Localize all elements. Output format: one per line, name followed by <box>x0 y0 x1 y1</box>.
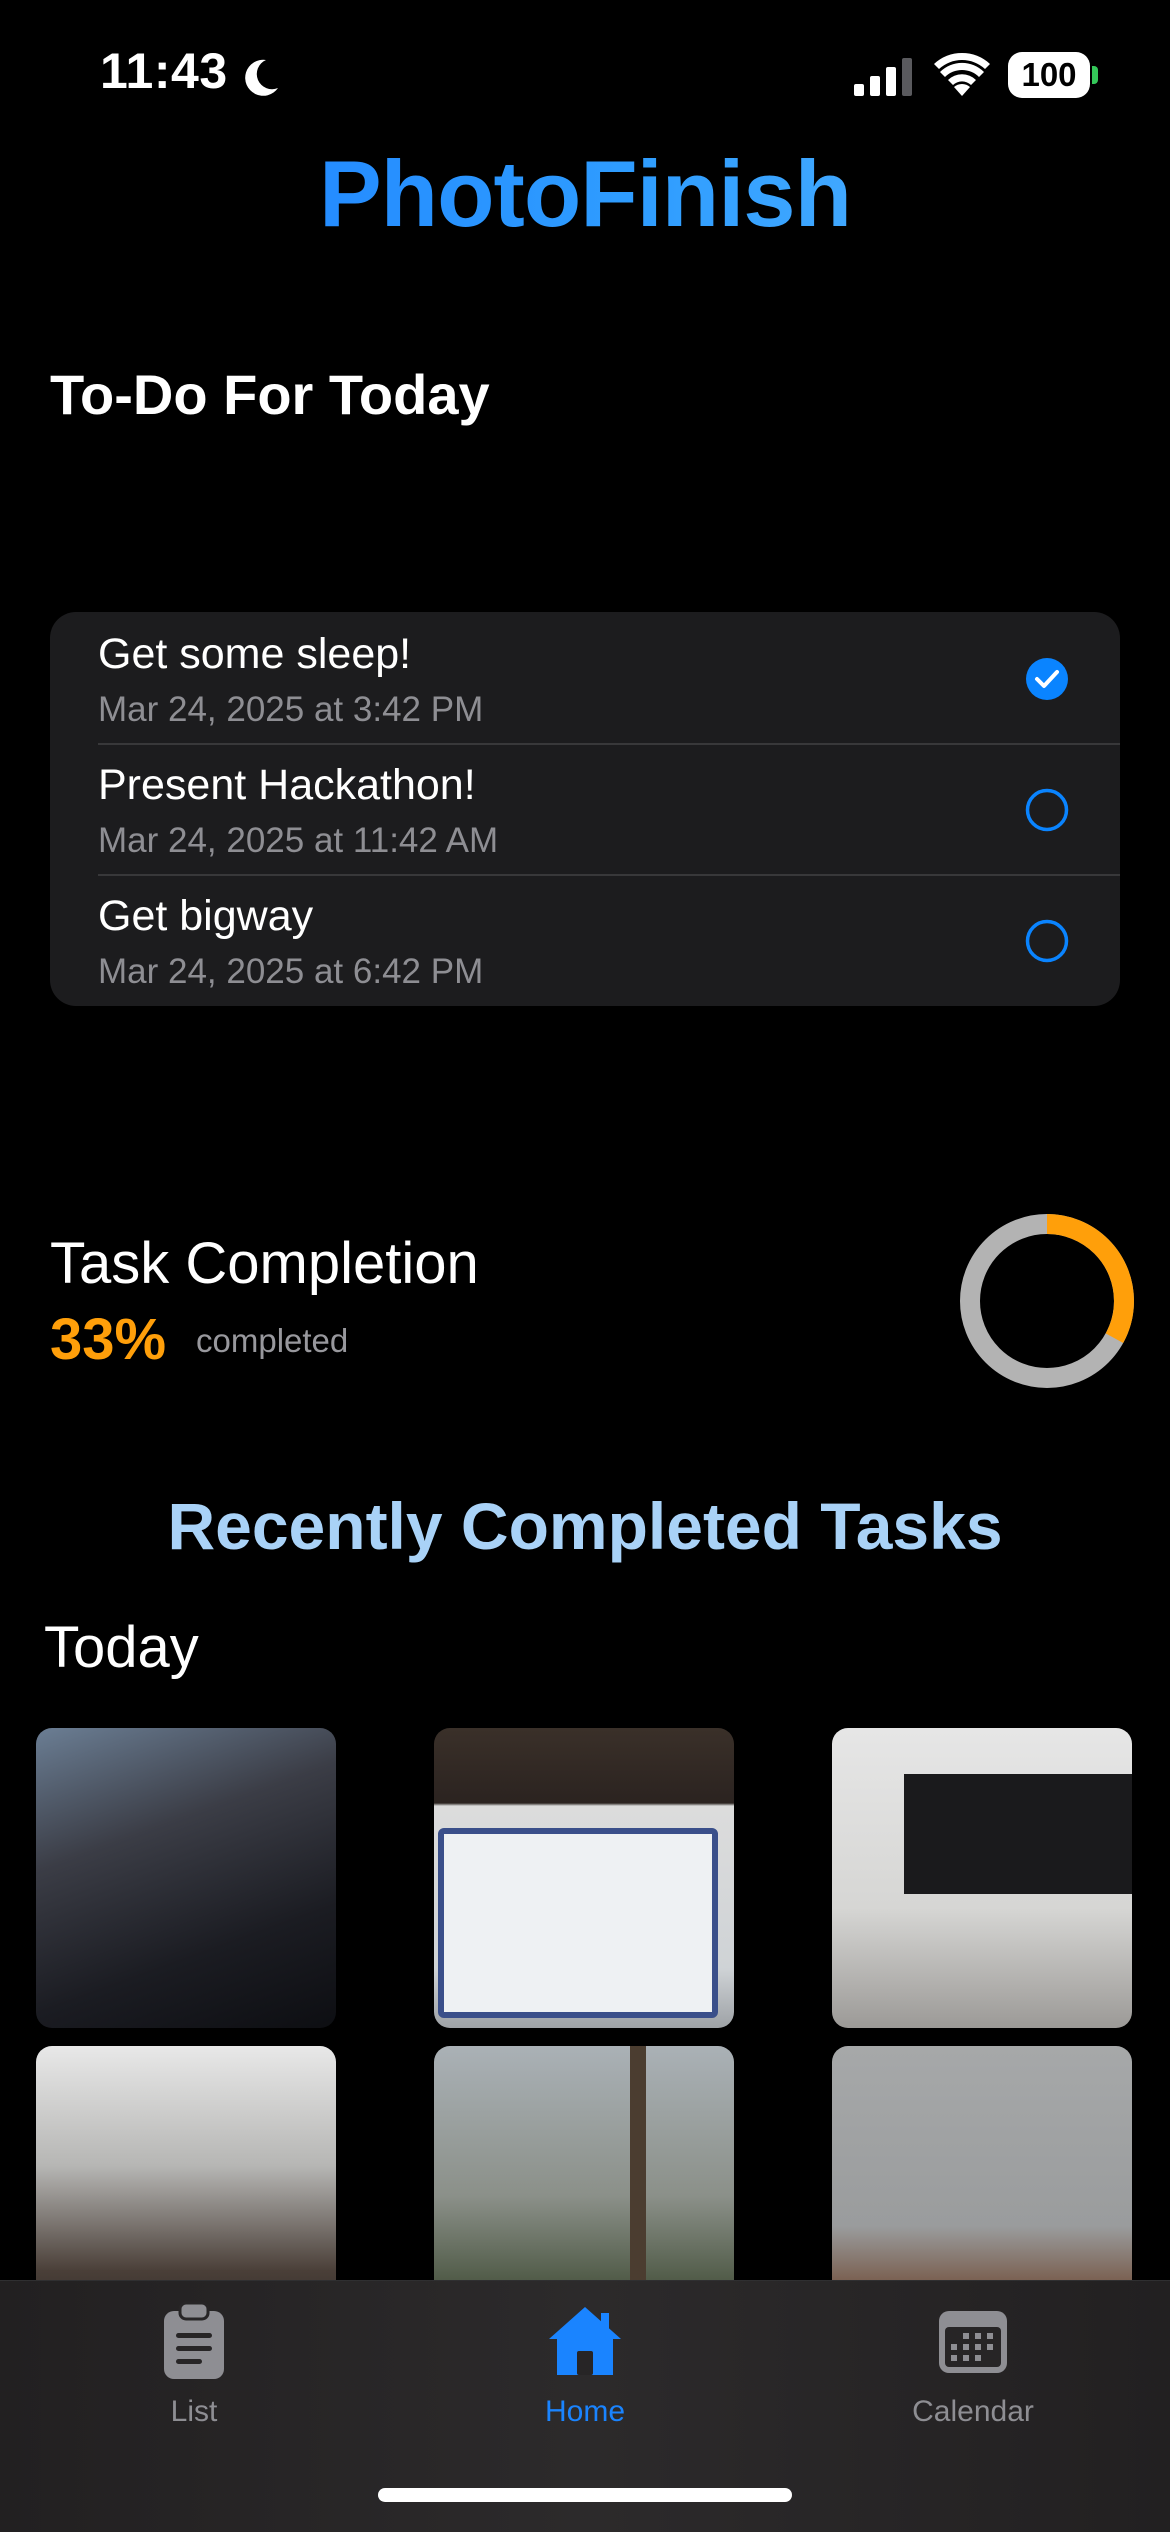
battery-charging-indicator <box>1092 66 1098 84</box>
completion-title: Task Completion <box>50 1231 479 1296</box>
house-icon <box>549 2307 621 2375</box>
home-indicator[interactable] <box>378 2488 792 2502</box>
task-row[interactable]: Present Hackathon! Mar 24, 2025 at 11:42… <box>50 743 1120 874</box>
battery-icon: 100 <box>1008 52 1090 98</box>
task-title: Present Hackathon! <box>98 761 476 809</box>
status-time: 11:43 <box>100 43 228 99</box>
completion-label: completed <box>196 1322 349 1359</box>
tab-label: Home <box>544 2395 626 2428</box>
checked-circle-icon[interactable] <box>1024 656 1070 702</box>
calendar-icon <box>939 2311 1007 2373</box>
photo-thumbnail[interactable] <box>36 1728 336 2028</box>
signal-icon <box>854 58 912 96</box>
battery-level: 100 <box>1021 56 1077 93</box>
tab-list[interactable]: List <box>64 2301 324 2451</box>
clipboard-icon <box>164 2301 224 2379</box>
status-bar: 11:43 100 <box>0 0 1170 150</box>
progress-ring <box>960 1214 1134 1388</box>
photo-grid <box>0 1728 1170 2346</box>
photo-thumbnail[interactable] <box>832 1728 1132 2028</box>
home-screen: 11:43 100 PhotoFinish To-Do For Today Ge… <box>0 0 1170 2532</box>
empty-circle-icon[interactable] <box>1024 918 1070 964</box>
task-row[interactable]: Get some sleep! Mar 24, 2025 at 3:42 PM <box>50 612 1120 743</box>
laptop-shape <box>438 1828 718 2018</box>
recent-heading: Recently Completed Tasks <box>167 1489 1003 1563</box>
todo-heading: To-Do For Today <box>50 363 490 426</box>
tab-home[interactable]: Home <box>455 2301 715 2451</box>
moon-icon <box>245 59 278 96</box>
task-list: Get some sleep! Mar 24, 2025 at 3:42 PM … <box>50 612 1120 1006</box>
task-row[interactable]: Get bigway Mar 24, 2025 at 6:42 PM <box>50 874 1120 1005</box>
empty-circle-icon[interactable] <box>1024 787 1070 833</box>
task-date: Mar 24, 2025 at 6:42 PM <box>98 952 484 991</box>
app-title: PhotoFinish <box>0 140 1170 248</box>
tab-label: Calendar <box>912 2395 1034 2428</box>
photo-thumbnail[interactable] <box>434 1728 734 2028</box>
task-title: Get bigway <box>98 892 314 940</box>
completion-percent: 33% <box>50 1307 167 1372</box>
tab-label: List <box>170 2395 218 2428</box>
tv-shape <box>904 1774 1132 1894</box>
task-title: Get some sleep! <box>98 630 412 678</box>
tab-calendar[interactable]: Calendar <box>843 2301 1103 2451</box>
task-date: Mar 24, 2025 at 3:42 PM <box>98 690 484 729</box>
task-date: Mar 24, 2025 at 11:42 AM <box>98 821 499 860</box>
today-label: Today <box>44 1615 199 1680</box>
wifi-icon <box>934 52 990 96</box>
